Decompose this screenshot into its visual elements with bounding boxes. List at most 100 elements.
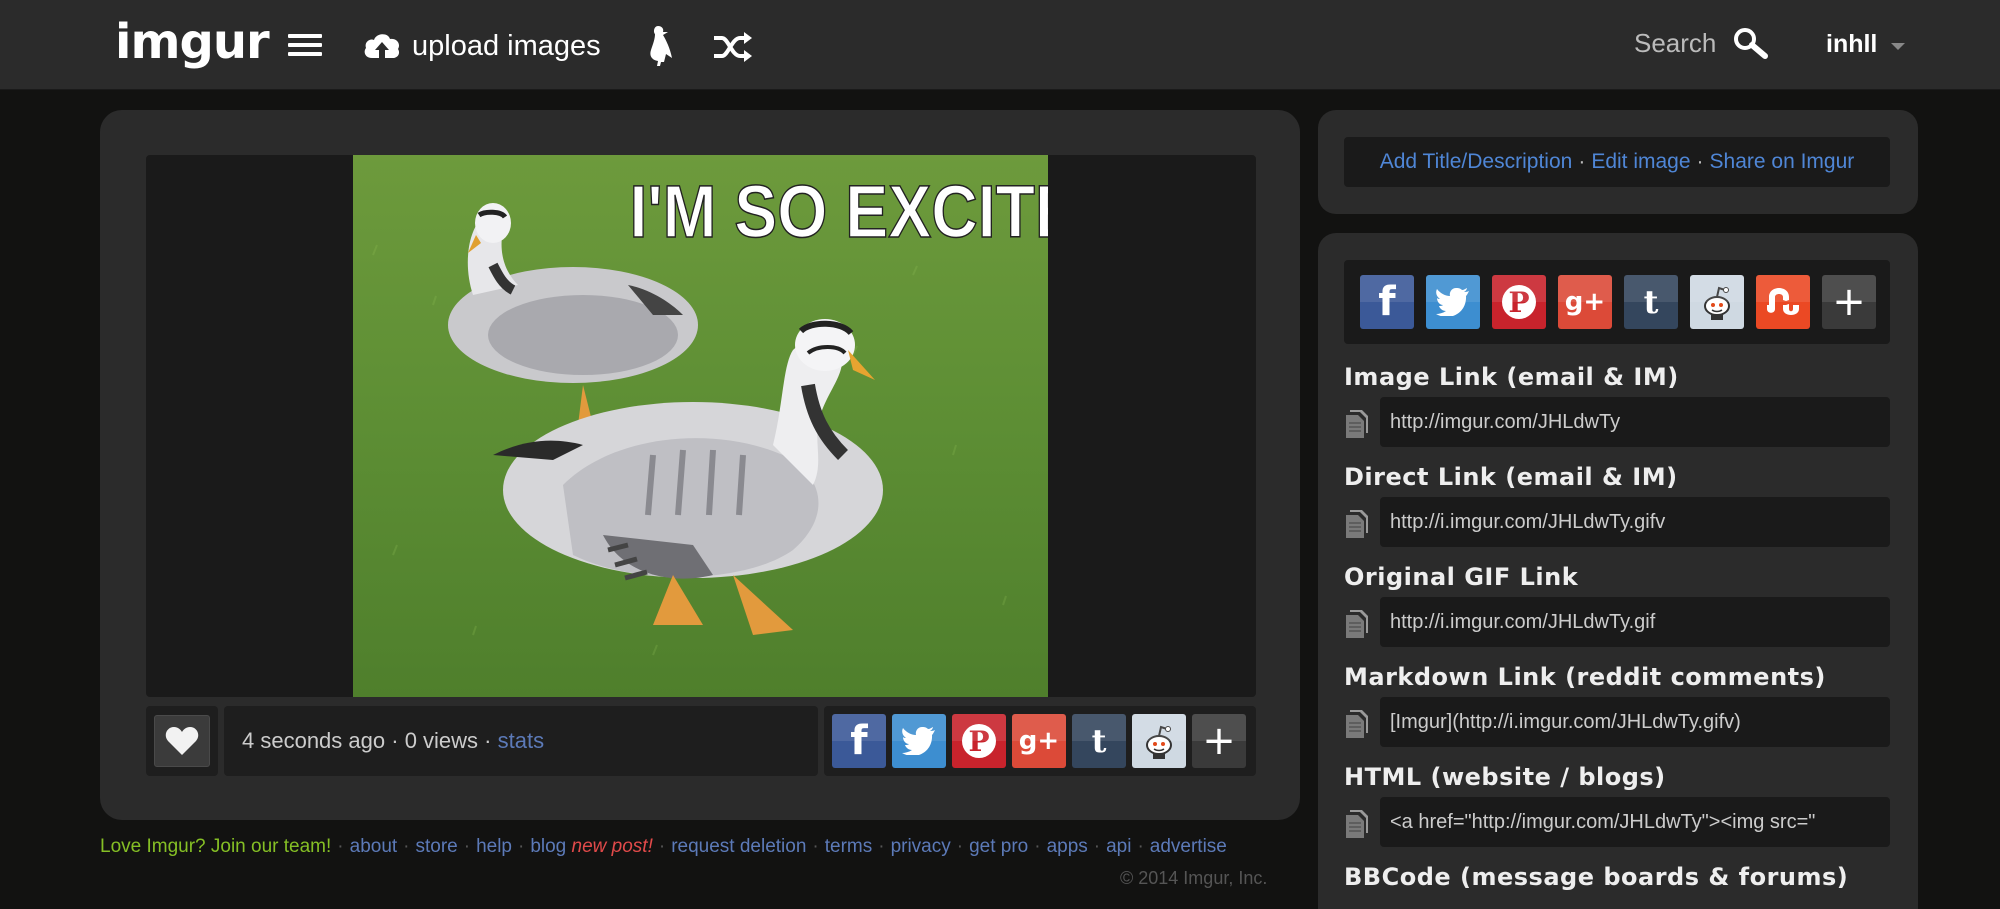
separator: ·: [484, 728, 492, 753]
bbcode-link-group: BBCode (message boards & forums): [1344, 863, 1890, 897]
user-menu[interactable]: inhll: [1826, 30, 1906, 59]
terms-link[interactable]: terms: [825, 836, 873, 857]
image-actions-panel: Add Title/Description · Edit image · Share o…: [1318, 110, 1918, 214]
search-button[interactable]: Search: [1634, 26, 1770, 60]
blog-link[interactable]: blog: [530, 836, 566, 857]
separator: ·: [1034, 836, 1041, 857]
top-nav-bar: imgur upload images Search inhll: [0, 0, 2000, 90]
google-plus-icon[interactable]: g+: [1012, 714, 1066, 768]
separator: ·: [403, 836, 410, 857]
copy-icon[interactable]: [1344, 709, 1370, 739]
image-share-bar: f P g+ t +: [824, 706, 1256, 776]
favorite-box: [146, 706, 218, 776]
pinterest-icon[interactable]: P: [952, 714, 1006, 768]
markdown-link-group: Markdown Link (reddit comments) [Imgur](…: [1344, 663, 1890, 747]
html-link-field[interactable]: <a href="http://imgur.com/JHLdwTy"><img …: [1380, 797, 1890, 847]
separator: ·: [1137, 836, 1144, 857]
gif-image[interactable]: I'M SO EXCITED: [353, 155, 1048, 697]
copy-icon[interactable]: [1344, 809, 1370, 839]
original-gif-link-group: Original GIF Link http://i.imgur.com/JHL…: [1344, 563, 1890, 647]
tumblr-icon[interactable]: t: [1072, 714, 1126, 768]
copy-icon[interactable]: [1344, 609, 1370, 639]
upload-images-button[interactable]: upload images: [362, 24, 601, 68]
view-count: 0 views: [404, 728, 479, 753]
image-actions: Add Title/Description · Edit image · Share o…: [1344, 137, 1890, 187]
edit-image-link[interactable]: Edit image: [1591, 150, 1690, 174]
privacy-link[interactable]: privacy: [891, 836, 951, 857]
add-title-description-link[interactable]: Add Title/Description: [1380, 150, 1573, 174]
search-icon: [1734, 28, 1769, 59]
html-link-title: HTML (website / blogs): [1344, 763, 1666, 791]
side-share-bar: f P g+ t +: [1344, 260, 1890, 344]
advertise-link[interactable]: advertise: [1150, 836, 1227, 857]
separator: ·: [1578, 150, 1586, 173]
google-plus-icon[interactable]: g+: [1558, 275, 1612, 329]
image-link-title: Image Link (email & IM): [1344, 363, 1679, 391]
new-post-badge[interactable]: new post!: [572, 836, 653, 857]
footer-links: Love Imgur? Join our team! · about · store · h…: [100, 836, 1227, 858]
separator: ·: [956, 836, 964, 857]
imgur-logo[interactable]: imgur: [115, 14, 270, 70]
separator: ·: [1696, 150, 1704, 173]
username: inhll: [1826, 30, 1878, 58]
image-frame: I'M SO EXCITED: [146, 155, 1256, 697]
apps-link[interactable]: apps: [1047, 836, 1088, 857]
image-panel: I'M SO EXCITED 4 seconds ago · 0 views ·…: [100, 110, 1300, 820]
stumbleupon-icon[interactable]: [1756, 275, 1810, 329]
image-link-field[interactable]: http://imgur.com/JHLdwTy: [1380, 397, 1890, 447]
separator: ·: [878, 836, 885, 857]
separator: ·: [1093, 836, 1101, 857]
plus-icon[interactable]: +: [1822, 275, 1876, 329]
separator: ·: [391, 728, 399, 753]
help-link[interactable]: help: [476, 836, 512, 857]
chevron-down-icon: [1891, 42, 1906, 50]
image-info: 4 seconds ago · 0 views · stats: [224, 706, 818, 776]
original-gif-link-field[interactable]: http://i.imgur.com/JHLdwTy.gif: [1380, 597, 1890, 647]
twitter-icon[interactable]: [1426, 275, 1480, 329]
separator: ·: [812, 836, 819, 857]
html-link-group: HTML (website / blogs) <a href="http://i…: [1344, 763, 1890, 847]
hamburger-menu-icon[interactable]: [288, 34, 322, 58]
separator: ·: [658, 836, 666, 857]
facebook-icon[interactable]: f: [832, 714, 886, 768]
tumblr-icon[interactable]: t: [1624, 275, 1678, 329]
separator: ·: [463, 836, 471, 857]
favorite-button[interactable]: [154, 715, 210, 767]
twitter-icon[interactable]: [892, 714, 946, 768]
upload-images-label: upload images: [412, 29, 601, 62]
reddit-icon[interactable]: [1690, 275, 1744, 329]
bbcode-link-title: BBCode (message boards & forums): [1344, 863, 1849, 891]
facebook-icon[interactable]: f: [1360, 275, 1414, 329]
share-links-panel: f P g+ t + Image Link (email & IM) http:…: [1318, 233, 1918, 909]
direct-link-field[interactable]: http://i.imgur.com/JHLdwTy.gifv: [1380, 497, 1890, 547]
direct-link-group: Direct Link (email & IM) http://i.imgur.…: [1344, 463, 1890, 547]
stats-link[interactable]: stats: [498, 728, 544, 754]
get-pro-link[interactable]: get pro: [969, 836, 1028, 857]
api-link[interactable]: api: [1106, 836, 1131, 857]
markdown-link-field[interactable]: [Imgur](http://i.imgur.com/JHLdwTy.gifv): [1380, 697, 1890, 747]
about-link[interactable]: about: [350, 836, 398, 857]
share-on-imgur-link[interactable]: Share on Imgur: [1710, 150, 1855, 174]
reddit-icon[interactable]: [1132, 714, 1186, 768]
copy-icon[interactable]: [1344, 409, 1370, 439]
pinterest-icon[interactable]: P: [1492, 275, 1546, 329]
plus-icon[interactable]: +: [1192, 714, 1246, 768]
posted-time: 4 seconds ago: [242, 728, 386, 753]
original-gif-link-title: Original GIF Link: [1344, 563, 1579, 591]
store-link[interactable]: store: [416, 836, 458, 857]
heart-icon: [165, 727, 199, 755]
request-deletion-link[interactable]: request deletion: [671, 836, 806, 857]
separator: ·: [518, 836, 525, 857]
join-team-link[interactable]: Love Imgur? Join our team!: [100, 836, 331, 857]
separator: ·: [337, 836, 344, 857]
image-link-group: Image Link (email & IM) http://imgur.com…: [1344, 363, 1890, 447]
image-meta-row: 4 seconds ago · 0 views · stats f P g+ t…: [146, 706, 1256, 776]
gif-caption-text: I'M SO EXCITED: [630, 170, 1049, 253]
markdown-link-title: Markdown Link (reddit comments): [1344, 663, 1826, 691]
search-label: Search: [1634, 27, 1717, 58]
bird-icon[interactable]: [642, 24, 676, 75]
copy-icon[interactable]: [1344, 509, 1370, 539]
cloud-upload-icon: [364, 34, 400, 58]
svg-text:P: P: [1508, 286, 1529, 319]
shuffle-icon[interactable]: [712, 30, 754, 69]
